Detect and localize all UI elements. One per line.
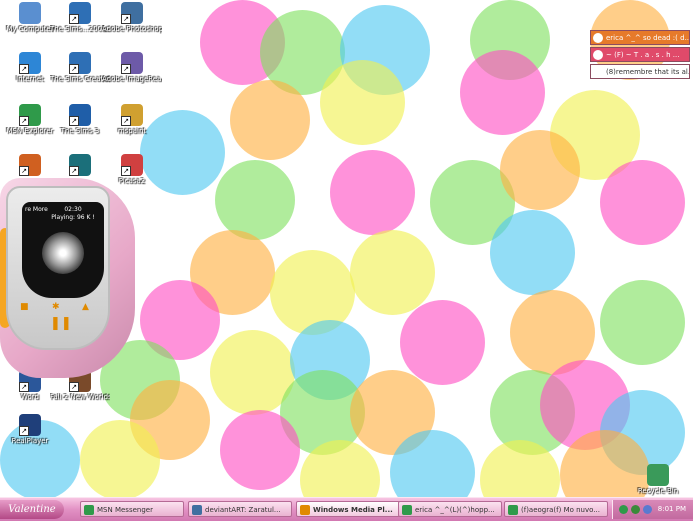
desktop-icon-label: Adobe ImageRea... <box>102 75 162 83</box>
taskbar-app-icon <box>300 505 310 515</box>
desktop-icon-label: The Sims 3 <box>60 127 100 135</box>
conversation-tab[interactable]: erica ^_^ so dead :( d... <box>590 30 690 45</box>
buddy-icon <box>593 50 603 60</box>
shortcut-arrow-icon: ↗ <box>121 64 131 74</box>
desktop-icon-sims-3[interactable]: ↗ The Sims 3 <box>50 104 110 136</box>
shortcut-arrow-icon: ↗ <box>19 166 29 176</box>
conversation-tab[interactable]: ~ (F) ~ T . a . s . h ... <box>590 47 690 62</box>
my-computer-icon <box>19 2 41 24</box>
taskbar-button-label: MSN Messenger <box>97 506 153 514</box>
shortcut-arrow-icon: ↗ <box>19 116 29 126</box>
taskbar: Valentine MSN Messenger deviantART: Zarat… <box>0 497 693 521</box>
visualization <box>42 232 84 274</box>
shortcut-arrow-icon: ↗ <box>69 116 79 126</box>
desktop-icon-sims-creator[interactable]: ↗ The Sims Creator <box>50 52 110 84</box>
system-tray: 8:01 PM <box>612 500 693 519</box>
shortcut-arrow-icon: ↗ <box>69 166 79 176</box>
wallpaper-dot <box>460 50 545 135</box>
desktop-icon-label: The Sims Creator <box>50 75 110 83</box>
taskbar-button[interactable]: Windows Media Pl... <box>296 501 400 517</box>
desktop-icon-photoshop[interactable]: ↗Adobe Photoshop 7.0 <box>102 2 162 34</box>
realplayer-icon: ↗ <box>19 414 41 436</box>
tray-icon-2[interactable] <box>631 505 640 514</box>
taskbar-app-icon <box>192 505 202 515</box>
wallpaper-dot <box>490 210 575 295</box>
shortcut-arrow-icon: ↗ <box>19 426 29 436</box>
sims-2001-icon: ↗ <box>69 2 91 24</box>
desktop-icon-recycle-bin[interactable]: Recycle Bin <box>628 464 688 496</box>
volume-icon[interactable] <box>643 505 652 514</box>
sims-3-icon: ↗ <box>69 104 91 126</box>
stop-icon[interactable]: ■ <box>20 302 29 312</box>
wallpaper-dot <box>320 60 405 145</box>
shortcut-arrow-icon: ↗ <box>19 64 29 74</box>
shortcut-arrow-icon: ↗ <box>121 116 131 126</box>
picasa-icon: ↗ <box>121 154 143 176</box>
icon-4a-icon: ↗ <box>19 154 41 176</box>
wallpaper-dot <box>220 410 300 490</box>
wallpaper-dot <box>80 420 160 500</box>
shortcut-arrow-icon: ↗ <box>69 64 79 74</box>
media-player-status: Playing: 96 K ! <box>51 214 95 221</box>
desktop-icon-label: Adobe Photoshop 7.0 <box>102 25 162 33</box>
internet-icon: ↗ <box>19 52 41 74</box>
mspaint-icon: ↗ <box>121 104 143 126</box>
icon-4b-icon: ↗ <box>69 154 91 176</box>
recycle-bin-icon <box>647 464 669 486</box>
desktop-icon-label: Recycle Bin <box>637 487 679 495</box>
imageready-icon: ↗ <box>121 52 143 74</box>
taskbar-app-icon <box>508 505 518 515</box>
wallpaper-dot <box>400 300 485 385</box>
messenger-tray-icon[interactable] <box>619 505 628 514</box>
desktop-icon-label: mspaint <box>117 127 147 135</box>
conversation-text: ~ (F) ~ T . a . s . h ... <box>606 51 680 59</box>
shortcut-arrow-icon: ↗ <box>121 14 131 24</box>
desktop-icon-imageready[interactable]: ↗ Adobe ImageRea... <box>102 52 162 84</box>
taskbar-button-label: erica ^_^(L)(^)hopp... <box>415 506 495 514</box>
desktop-icon-mspaint[interactable]: ↗ mspaint <box>102 104 162 136</box>
shortcut-arrow-icon: ↗ <box>69 14 79 24</box>
msn-explorer-icon: ↗ <box>19 104 41 126</box>
media-player-screen: re More 02:30 Playing: 96 K ! <box>22 202 104 298</box>
start-button[interactable]: Valentine <box>0 500 64 519</box>
taskbar-app-icon <box>84 505 94 515</box>
wallpaper-dot <box>600 160 685 245</box>
conversation-tab[interactable]: (8)remembre that its al... <box>590 64 690 79</box>
clock[interactable]: 8:01 PM <box>658 500 686 519</box>
conversation-text: (8)remembre that its al... <box>606 68 690 76</box>
media-player-face: re More 02:30 Playing: 96 K ! ■ ✱ ▲ ❚❚ <box>6 186 110 350</box>
taskbar-button[interactable]: deviantART: Zaratul... <box>188 501 292 517</box>
desktop-icon-label: RealPlayer <box>11 437 49 445</box>
wallpaper-dot <box>215 160 295 240</box>
taskbar-app-icon <box>402 505 412 515</box>
wallpaper-dot <box>600 280 685 365</box>
media-player-time: 02:30 <box>64 206 82 213</box>
taskbar-button-label: Windows Media Pl... <box>313 506 393 514</box>
pause-icon[interactable]: ❚❚ <box>50 316 72 331</box>
buddy-icon <box>593 67 603 77</box>
taskbar-button-label: (f)aeogra(f) Mo nuvo... <box>521 506 600 514</box>
wallpaper-dot <box>230 80 310 160</box>
desktop-icon-sims-2001[interactable]: ↗ The Sims...2001... <box>50 2 110 34</box>
media-player-skin[interactable]: re More 02:30 Playing: 96 K ! ■ ✱ ▲ ❚❚ <box>0 178 135 388</box>
sims-creator-icon: ↗ <box>69 52 91 74</box>
conversation-text: erica ^_^ so dead :( d... <box>606 34 690 42</box>
wallpaper-dot <box>350 230 435 315</box>
desktop-icon-icon-4b[interactable]: ↗ <box>50 154 110 177</box>
taskbar-button[interactable]: (f)aeogra(f) Mo nuvo... <box>504 501 608 517</box>
desktop-icon-label: The Sims...2001... <box>50 25 110 33</box>
taskbar-button[interactable]: erica ^_^(L)(^)hopp... <box>398 501 502 517</box>
taskbar-button-label: deviantART: Zaratul... <box>205 506 281 514</box>
photoshop-icon: ↗ <box>121 2 143 24</box>
desktop-icon-label: Fall 2 New Worlds <box>50 393 110 401</box>
taskbar-button[interactable]: MSN Messenger <box>80 501 184 517</box>
shortcut-arrow-icon: ↗ <box>121 166 131 176</box>
menu-icon[interactable]: ✱ <box>52 302 60 312</box>
buddy-icon <box>593 33 603 43</box>
wallpaper-dot <box>330 150 415 235</box>
eject-icon[interactable]: ▲ <box>82 302 89 312</box>
wallpaper-dot <box>500 130 580 210</box>
desktop-icon-realplayer[interactable]: ↗ RealPlayer <box>0 414 60 446</box>
